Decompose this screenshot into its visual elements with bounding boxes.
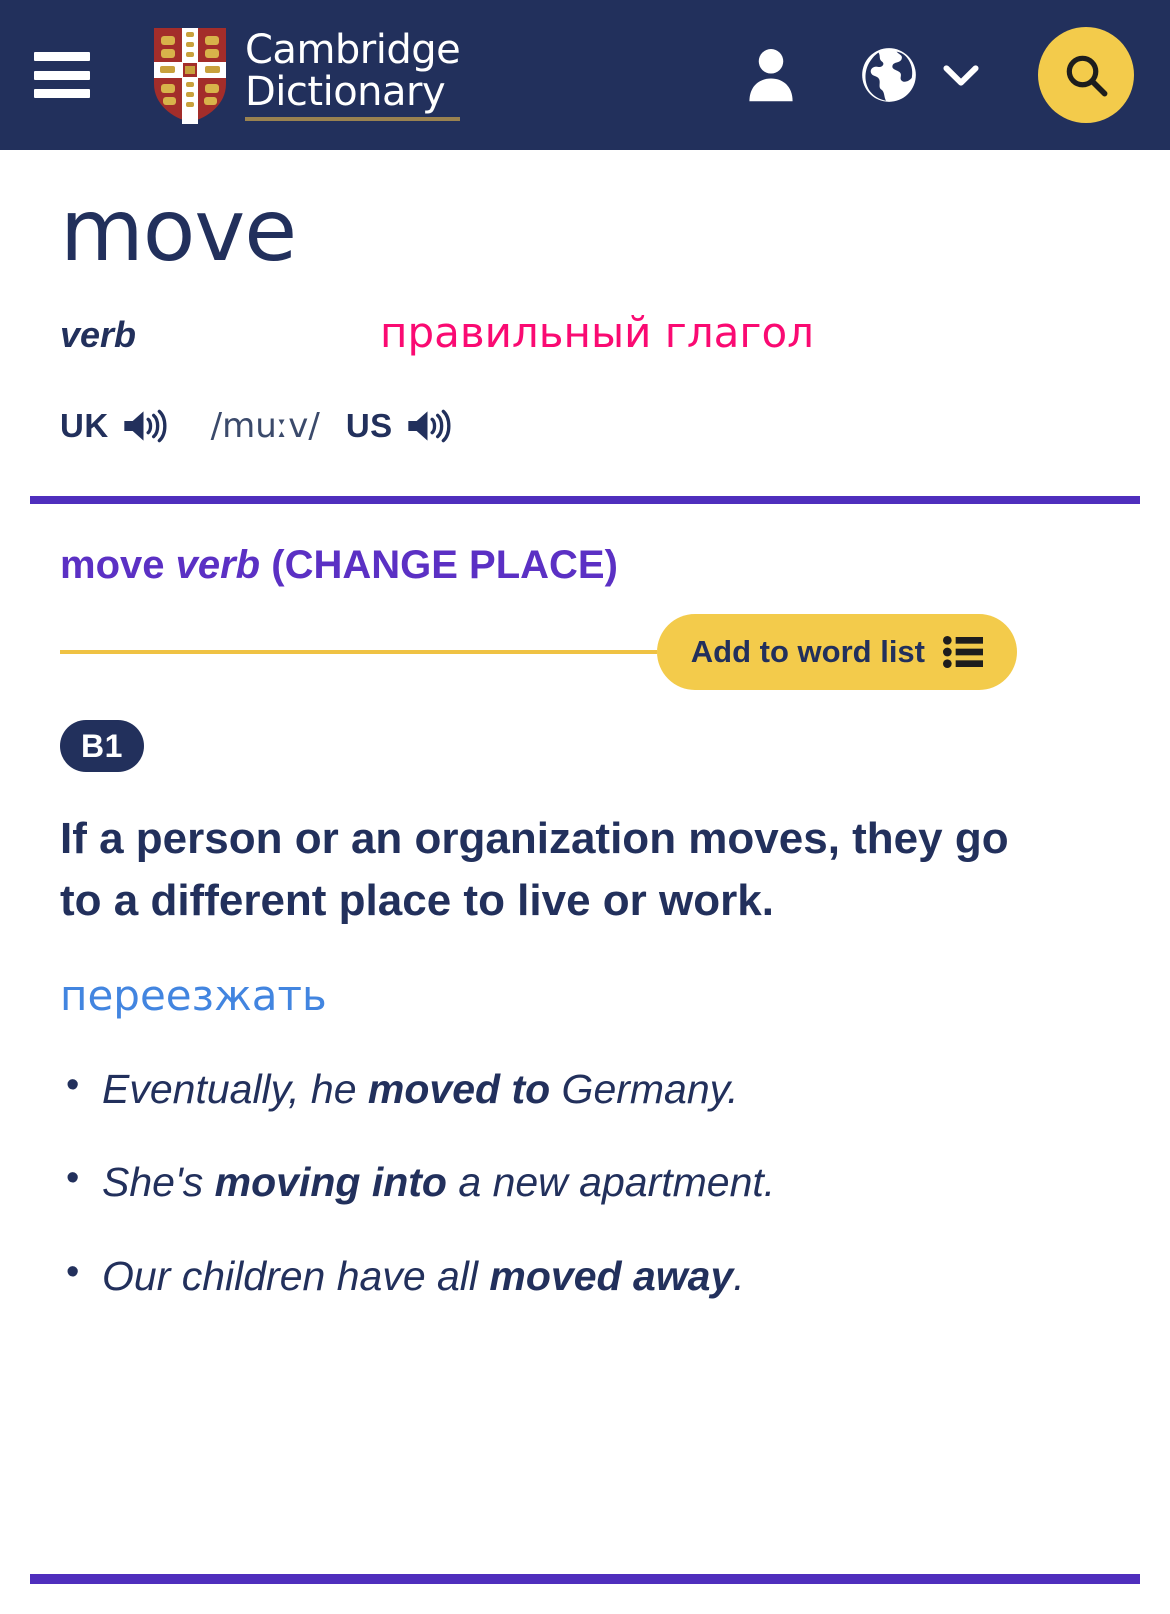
part-of-speech-row: verb правильный глагол bbox=[60, 308, 1110, 362]
add-to-word-list-button[interactable]: Add to word list bbox=[656, 614, 1017, 690]
definition-text: If a person or an organization moves, th… bbox=[60, 814, 1009, 926]
example-highlight: moved away bbox=[489, 1252, 734, 1299]
search-icon bbox=[1066, 55, 1108, 97]
entry-page: move verb правильный глагол UK /muːv/ US bbox=[0, 150, 1170, 1614]
example-highlight: moving into bbox=[214, 1159, 447, 1206]
list-item: She's moving into a new apartment. bbox=[60, 1153, 1110, 1210]
part-of-speech-translation: правильный глагол bbox=[380, 308, 815, 357]
site-header: Cambridge Dictionary bbox=[0, 0, 1170, 150]
speaker-icon bbox=[124, 409, 167, 443]
language-dropdown-toggle[interactable] bbox=[924, 48, 988, 102]
hamburger-icon[interactable] bbox=[34, 52, 90, 98]
header-actions bbox=[736, 27, 1134, 123]
hamburger-bar bbox=[34, 52, 90, 61]
example-before: She's bbox=[102, 1159, 215, 1206]
brand-logo-link[interactable]: Cambridge Dictionary bbox=[152, 26, 461, 124]
chevron-down-icon bbox=[943, 65, 979, 86]
person-icon bbox=[749, 49, 793, 102]
us-label: US bbox=[345, 407, 393, 444]
sense-guideword: (CHANGE PLACE) bbox=[271, 543, 618, 587]
page-title: move bbox=[60, 181, 297, 281]
example-before: Eventually, he bbox=[102, 1065, 368, 1112]
brand-line-dictionary: Dictionary bbox=[245, 72, 461, 121]
list-item: Our children have all moved away. bbox=[60, 1247, 1110, 1304]
add-to-word-list-label: Add to word list bbox=[690, 634, 925, 669]
globe-icon bbox=[862, 48, 916, 102]
sense-block: move verb (CHANGE PLACE) Add to word lis… bbox=[0, 542, 1170, 1304]
speaker-icon bbox=[408, 409, 451, 443]
cambridge-crest-icon bbox=[154, 28, 226, 124]
section-divider-bottom bbox=[30, 1574, 1140, 1584]
add-to-word-list-row: Add to word list bbox=[60, 614, 1110, 690]
ipa-transcription: /muːv/ bbox=[210, 406, 320, 446]
section-divider-top bbox=[30, 496, 1140, 504]
hamburger-bar bbox=[34, 89, 90, 98]
example-highlight: moved to bbox=[367, 1065, 551, 1112]
example-before: Our children have all bbox=[102, 1252, 490, 1299]
uk-pronunciation-button[interactable]: UK bbox=[60, 405, 171, 447]
us-pronunciation-button[interactable]: US bbox=[346, 405, 455, 447]
headword-block: move verb правильный глагол UK /muːv/ US bbox=[0, 150, 1170, 454]
example-after: a new apartment. bbox=[446, 1159, 776, 1206]
example-list: Eventually, he moved to Germany. She's m… bbox=[60, 1060, 1110, 1304]
list-icon bbox=[943, 636, 983, 668]
list-item: Eventually, he moved to Germany. bbox=[60, 1060, 1110, 1117]
amber-rule bbox=[60, 650, 657, 654]
hamburger-bar bbox=[34, 70, 90, 80]
status-badge: B1 bbox=[60, 720, 144, 772]
language-selector-button[interactable] bbox=[806, 40, 924, 110]
uk-label: UK bbox=[60, 407, 109, 444]
search-button[interactable] bbox=[1038, 27, 1134, 123]
example-after: Germany. bbox=[550, 1065, 739, 1112]
brand-line-cambridge: Cambridge bbox=[245, 26, 461, 73]
sense-headword: move bbox=[60, 543, 165, 587]
profile-button[interactable] bbox=[736, 40, 806, 110]
example-after: . bbox=[733, 1252, 745, 1299]
sense-part-of-speech: verb bbox=[175, 543, 261, 587]
sense-heading: move verb (CHANGE PLACE) bbox=[60, 542, 1110, 588]
pronunciation-row: UK /muːv/ US bbox=[60, 398, 1110, 454]
definition-translation[interactable]: переезжать bbox=[60, 971, 1110, 1020]
part-of-speech: verb bbox=[60, 314, 137, 355]
